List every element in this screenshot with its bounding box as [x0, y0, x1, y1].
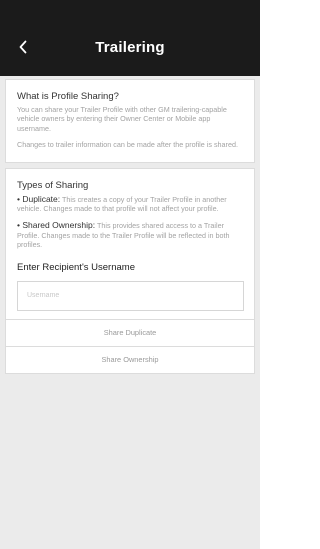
- types-body: Types of Sharing • Duplicate: This creat…: [6, 169, 254, 319]
- share-duplicate-button[interactable]: Share Duplicate: [6, 318, 254, 346]
- share-ownership-button[interactable]: Share Ownership: [6, 345, 254, 373]
- profile-sharing-card: What is Profile Sharing? You can share y…: [5, 79, 255, 163]
- profile-sharing-description: You can share your Trailer Profile with …: [17, 105, 227, 133]
- shared-ownership-term: • Shared Ownership:: [17, 220, 96, 231]
- types-of-sharing-card: Types of Sharing • Duplicate: This creat…: [5, 167, 255, 374]
- content: What is Profile Sharing? You can share y…: [0, 76, 260, 374]
- types-heading: Types of Sharing: [17, 179, 89, 191]
- shared-ownership-description: • Shared Ownership: This provides shared…: [17, 220, 244, 250]
- back-button[interactable]: [14, 36, 32, 58]
- duplicate-description: • Duplicate: This creates a copy of your…: [17, 193, 244, 214]
- chevron-left-icon: [19, 40, 27, 54]
- username-input[interactable]: [17, 280, 244, 311]
- status-bar: [0, 0, 260, 18]
- recipient-username-label: Enter Recipient's Username: [17, 261, 135, 273]
- profile-sharing-heading: What is Profile Sharing?: [17, 91, 119, 102]
- screen: Trailering What is Profile Sharing? You …: [0, 0, 260, 549]
- app-header: Trailering: [0, 18, 260, 76]
- page-title: Trailering: [95, 38, 165, 56]
- profile-sharing-note: Changes to trailer information can be ma…: [17, 140, 238, 150]
- duplicate-term: • Duplicate:: [17, 193, 61, 204]
